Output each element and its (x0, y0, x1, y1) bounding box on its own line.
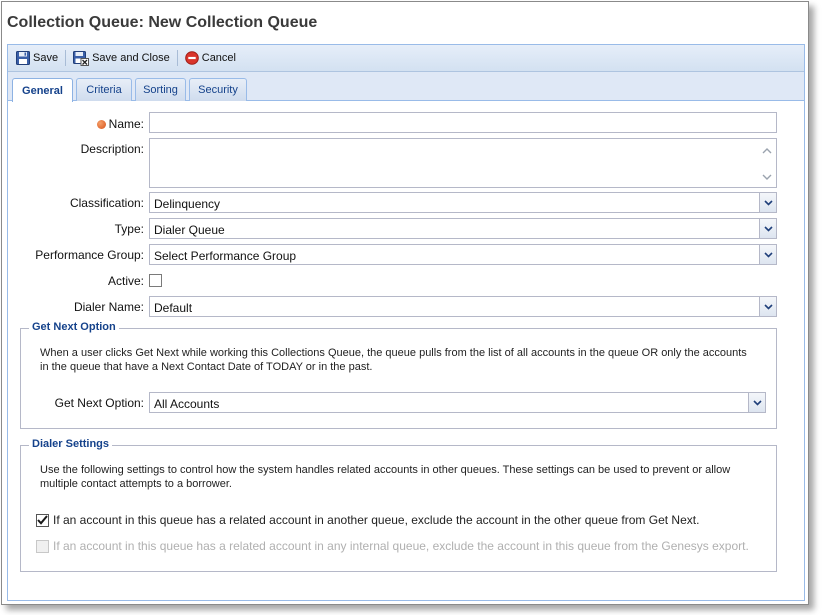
tab-sorting[interactable]: Sorting (135, 78, 186, 101)
tab-general[interactable]: General (12, 78, 73, 102)
toolbar-separator (176, 50, 178, 66)
cancel-label: Cancel (201, 52, 236, 64)
get-next-description: When a user clicks Get Next while workin… (40, 346, 770, 374)
description-textarea[interactable] (149, 138, 777, 188)
type-value: Dialer Queue (154, 222, 225, 237)
dialer-name-value: Default (154, 300, 193, 315)
form-panel: Save Save and Close Cancel General Crite… (7, 44, 805, 601)
tab-security[interactable]: Security (189, 78, 247, 101)
cancel-icon (184, 51, 199, 65)
exclude-other-queue-checkbox[interactable] (36, 513, 49, 527)
classification-label: Classification: (69, 196, 144, 210)
get-next-fieldset (20, 328, 777, 429)
active-label: Active: (107, 274, 144, 288)
save-close-icon (73, 50, 90, 66)
exclude-genesys-export-option: If an account in this queue has a relate… (36, 539, 749, 553)
chevron-down-icon[interactable] (759, 297, 776, 316)
chevron-down-icon[interactable] (759, 219, 776, 238)
tab-criteria[interactable]: Criteria (76, 78, 132, 101)
exclude-genesys-export-checkbox (36, 539, 49, 553)
save-label: Save (33, 52, 59, 64)
collection-queue-window: Collection Queue: New Collection Queue S… (1, 1, 809, 605)
get-next-option-select[interactable]: All Accounts (149, 392, 766, 413)
get-next-description-line1: When a user clicks Get Next while workin… (40, 347, 747, 359)
performance-group-value: Select Performance Group (154, 248, 297, 263)
name-input[interactable] (149, 112, 777, 133)
checkmark-icon (37, 515, 48, 525)
cancel-button[interactable]: Cancel (181, 47, 240, 69)
toolbar: Save Save and Close Cancel (8, 45, 804, 72)
tab-strip: General Criteria Sorting Security (8, 72, 804, 102)
dialer-settings-description-line2: multiple contact attempts to a borrower. (40, 478, 232, 490)
dialer-settings-legend: Dialer Settings (29, 438, 113, 450)
description-label: Description: (80, 142, 144, 156)
chevron-down-icon[interactable] (748, 393, 765, 412)
dialer-settings-description-line1: Use the following settings to control ho… (40, 464, 731, 476)
save-and-close-button[interactable]: Save and Close (69, 47, 174, 69)
type-select[interactable]: Dialer Queue (149, 218, 777, 239)
dialer-name-select[interactable]: Default (149, 296, 777, 317)
classification-select[interactable]: Delinquency (149, 192, 777, 213)
type-label: Type: (114, 222, 144, 236)
chevron-down-icon[interactable] (759, 193, 776, 212)
get-next-description-line2: in the queue that have a Next Contact Da… (40, 361, 373, 373)
classification-value: Delinquency (154, 196, 221, 211)
name-label: Name: (8, 117, 144, 131)
save-button[interactable]: Save (12, 47, 62, 69)
exclude-other-queue-option[interactable]: If an account in this queue has a relate… (36, 513, 699, 527)
dialer-settings-description: Use the following settings to control ho… (40, 463, 770, 491)
get-next-option-value: All Accounts (154, 396, 220, 411)
floppy-disk-icon (16, 51, 30, 65)
exclude-other-queue-label: If an account in this queue has a relate… (53, 513, 700, 527)
exclude-genesys-export-label: If an account in this queue has a relate… (53, 539, 749, 553)
window-title: Collection Queue: New Collection Queue (2, 2, 808, 43)
toolbar-separator (65, 50, 67, 66)
scroll-up-icon (762, 148, 772, 154)
get-next-option-label: Get Next Option: (54, 396, 144, 410)
performance-group-select[interactable]: Select Performance Group (149, 244, 777, 265)
name-label-text: Name: (108, 117, 144, 131)
dialer-name-label: Dialer Name: (73, 300, 144, 314)
scroll-down-icon (762, 174, 772, 180)
chevron-down-icon[interactable] (759, 245, 776, 264)
required-indicator-icon (96, 120, 106, 129)
save-and-close-label: Save and Close (92, 52, 170, 64)
performance-group-label: Performance Group: (35, 248, 144, 262)
get-next-legend: Get Next Option (29, 321, 119, 333)
active-checkbox[interactable] (149, 274, 162, 287)
